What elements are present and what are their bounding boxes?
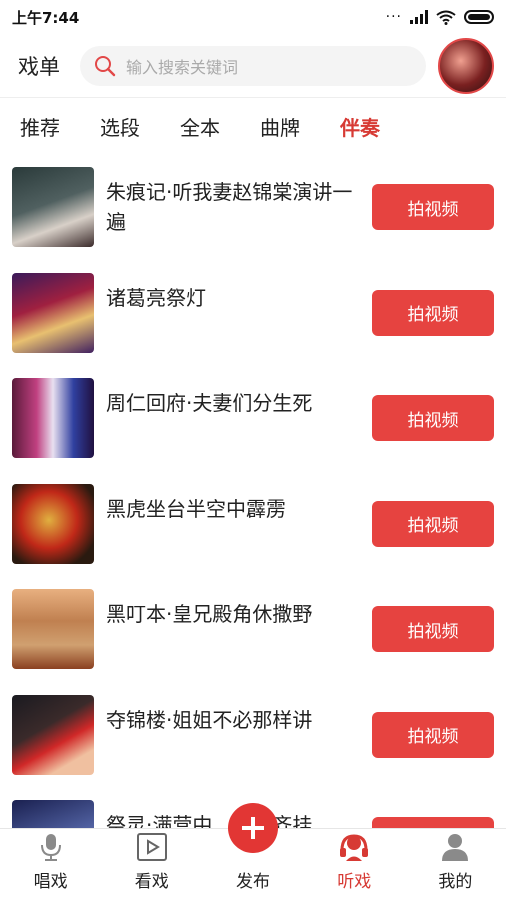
- list-item[interactable]: 诸葛亮祭灯 拍视频: [0, 264, 506, 370]
- page-title: 戏单: [18, 54, 60, 79]
- headphones-icon: [338, 831, 370, 863]
- item-title: 黑叮本·皇兄殿角休撒野: [106, 602, 313, 626]
- thumbnail-image: [12, 378, 94, 458]
- user-icon: [440, 831, 470, 863]
- status-bar: 上午7:44 ···: [0, 0, 506, 34]
- thumbnail-image: [12, 800, 94, 830]
- item-title: 诸葛亮祭灯: [106, 285, 206, 310]
- microphone-icon: [39, 831, 63, 863]
- item-title: 夺锦楼·姐姐不必那样讲: [106, 707, 313, 732]
- search-placeholder: 输入搜索关键词: [126, 57, 239, 77]
- nav-label: 看戏: [134, 872, 169, 892]
- nav-label: 听戏: [337, 872, 372, 892]
- avatar[interactable]: [438, 37, 494, 94]
- battery-icon: [464, 10, 494, 24]
- shoot-video-button[interactable]: 拍视频: [372, 184, 494, 230]
- shoot-video-button[interactable]: 拍视频: [372, 289, 494, 336]
- search-icon: [95, 55, 116, 76]
- tab-full[interactable]: 全本: [180, 112, 220, 141]
- nav-listen[interactable]: 听戏: [304, 829, 405, 900]
- nav-label: 我的: [438, 872, 473, 892]
- tab-tunes[interactable]: 曲牌: [260, 112, 300, 141]
- list-item[interactable]: 朱痕记·听我妻赵锦棠演讲一遍 拍视频: [0, 158, 506, 264]
- search-input[interactable]: 输入搜索关键词: [80, 45, 426, 86]
- status-icons: ···: [386, 9, 494, 25]
- signal-icon: [410, 10, 428, 24]
- status-time: 上午7:44: [12, 8, 80, 27]
- item-title: 朱痕记·听我妻赵锦棠演讲一遍: [106, 180, 353, 234]
- nav-label: 发布: [236, 872, 270, 892]
- list-item[interactable]: 黑虎坐台半空中霹雳 拍视频: [0, 475, 506, 581]
- more-dots-icon: ···: [385, 9, 402, 25]
- nav-mine[interactable]: 我的: [405, 829, 506, 900]
- tab-excerpts[interactable]: 选段: [100, 112, 140, 141]
- bottom-nav: 唱戏 看戏 发布 听戏 我的: [0, 803, 506, 900]
- item-title: 黑虎坐台半空中霹雳: [106, 496, 286, 521]
- plus-icon[interactable]: [228, 803, 278, 853]
- thumbnail-image: [12, 589, 94, 669]
- nav-publish[interactable]: 发布: [202, 803, 303, 900]
- nav-watch[interactable]: 看戏: [101, 829, 202, 900]
- wifi-icon: [436, 10, 456, 25]
- list-item[interactable]: 夺锦楼·姐姐不必那样讲 拍视频: [0, 686, 506, 792]
- opera-list: 朱痕记·听我妻赵锦棠演讲一遍 拍视频 诸葛亮祭灯 拍视频 周仁回府·夫妻们分生死…: [0, 158, 506, 830]
- shoot-video-button[interactable]: 拍视频: [372, 711, 494, 758]
- thumbnail-image: [12, 483, 94, 564]
- play-icon: [136, 831, 168, 863]
- shoot-video-button[interactable]: 拍视频: [372, 500, 494, 547]
- thumbnail-image: [12, 272, 94, 353]
- thumbnail-image: [12, 694, 94, 775]
- tab-accompaniment[interactable]: 伴奏: [340, 112, 380, 141]
- nav-sing[interactable]: 唱戏: [0, 829, 101, 900]
- shoot-video-button[interactable]: 拍视频: [372, 395, 494, 441]
- header: 戏单 输入搜索关键词: [0, 34, 506, 98]
- tab-recommend[interactable]: 推荐: [20, 112, 60, 141]
- thumbnail-image: [12, 167, 94, 247]
- list-item[interactable]: 周仁回府·夫妻们分生死 拍视频: [0, 369, 506, 475]
- item-title: 周仁回府·夫妻们分生死: [106, 391, 313, 415]
- list-item[interactable]: 黑叮本·皇兄殿角休撒野 拍视频: [0, 580, 506, 686]
- category-tabs: 推荐 选段 全本 曲牌 伴奏: [0, 98, 506, 154]
- shoot-video-button[interactable]: 拍视频: [372, 606, 494, 652]
- nav-label: 唱戏: [33, 872, 68, 892]
